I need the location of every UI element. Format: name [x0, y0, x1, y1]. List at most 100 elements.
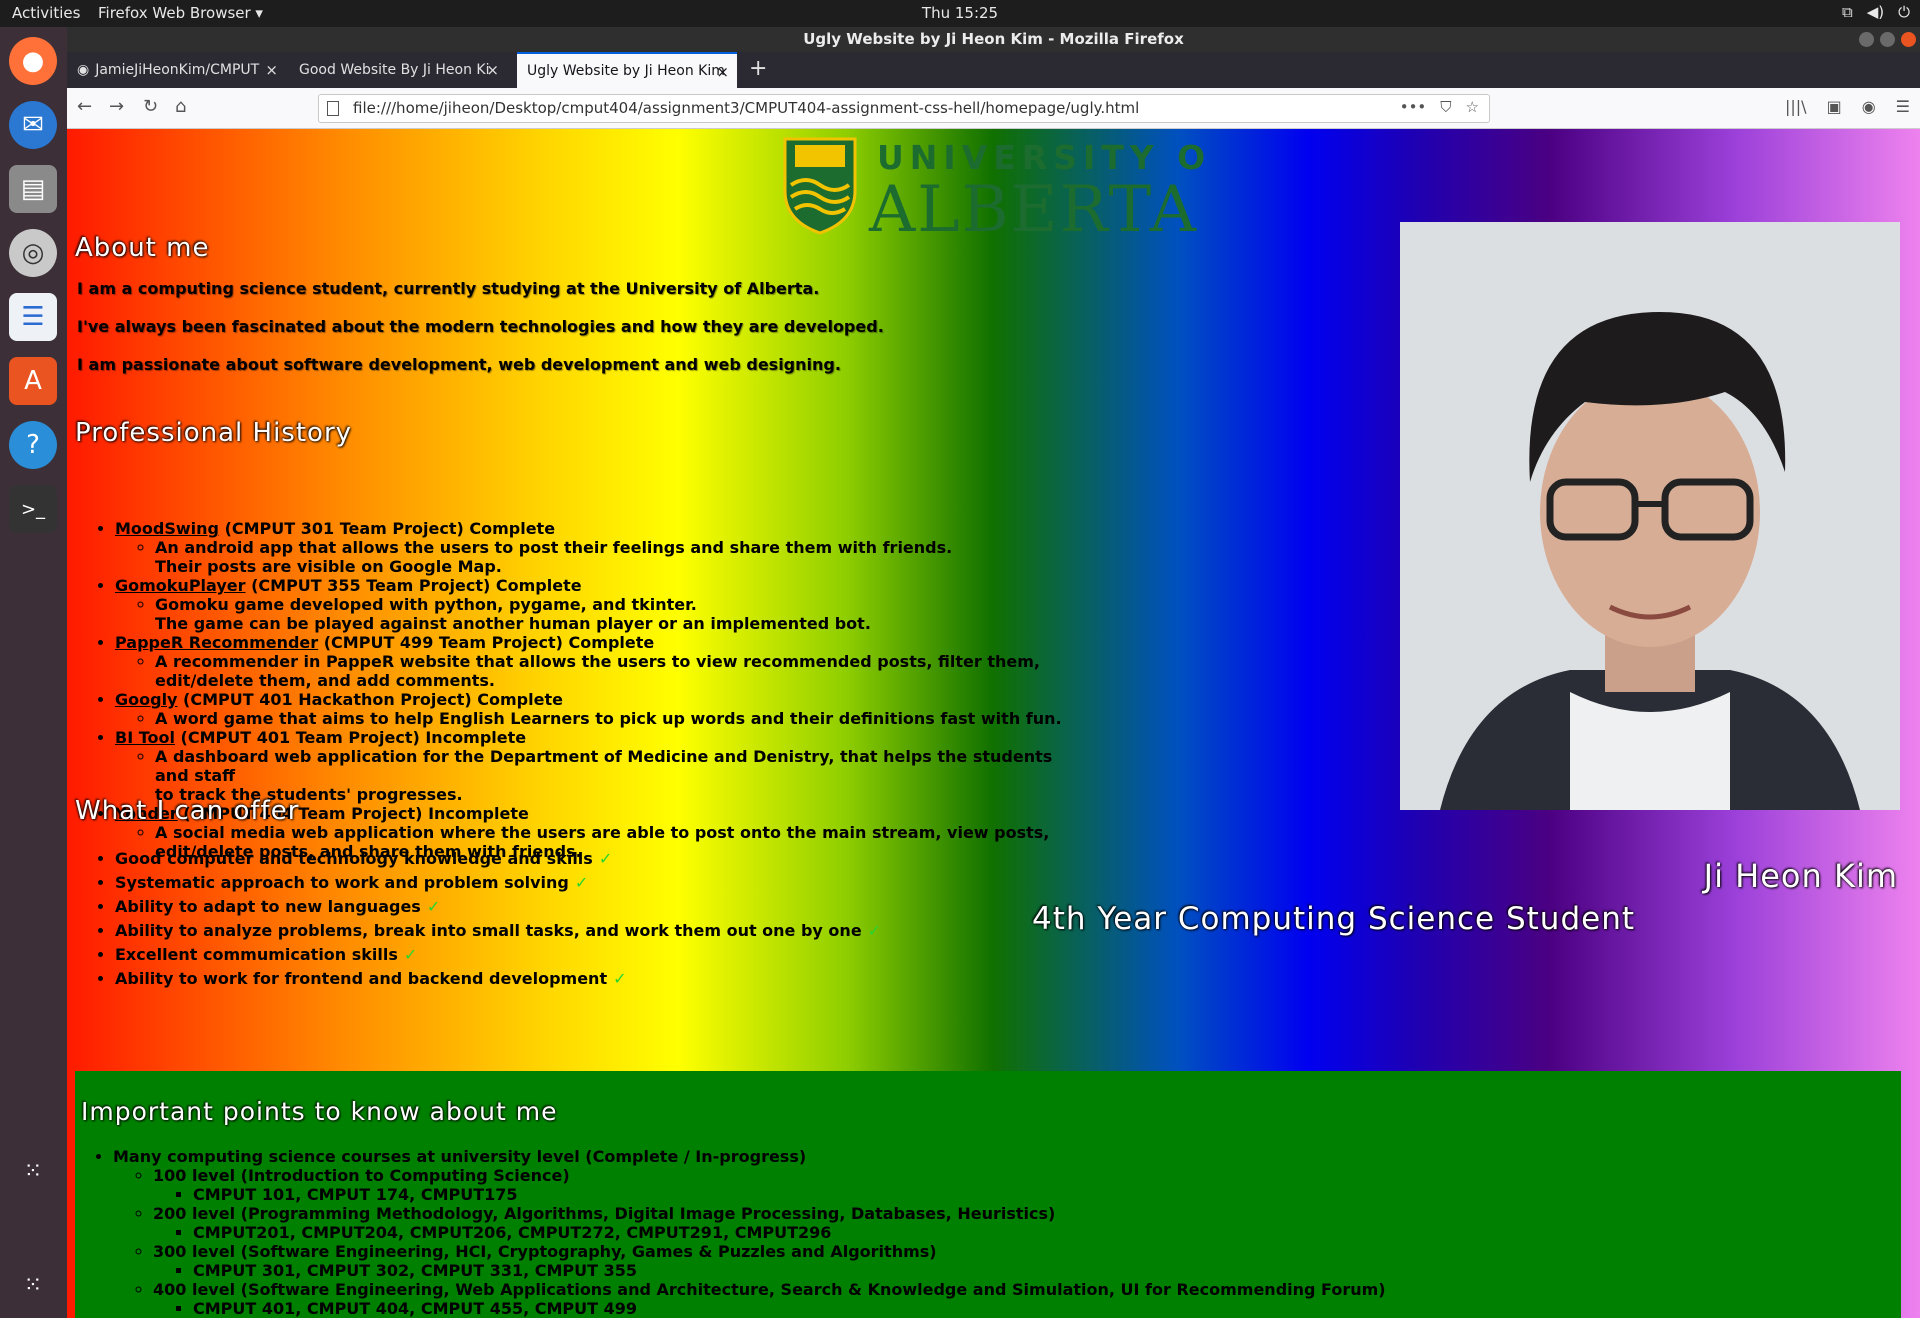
- project-link[interactable]: Googly: [115, 690, 177, 709]
- offer-text: Ability to work for frontend and backend…: [115, 969, 608, 988]
- github-icon: ◉: [77, 62, 90, 78]
- pocket-icon[interactable]: ⛉: [1440, 98, 1451, 116]
- sidebar-icon[interactable]: ▣: [1827, 97, 1842, 116]
- list-item: GomokuPlayer (CMPUT 355 Team Project) Co…: [115, 576, 1065, 633]
- navigation-toolbar: ← → ↻ ⌂ file:///home/jiheon/Desktop/cmpu…: [67, 88, 1920, 129]
- software-center-icon[interactable]: A: [9, 357, 57, 405]
- list-item: Good computer and technology knowledge a…: [115, 847, 881, 871]
- list-item: Ability to analyze problems, break into …: [115, 919, 881, 943]
- project-link[interactable]: MoodSwing: [115, 519, 219, 538]
- network-icon[interactable]: ⧉: [1842, 3, 1853, 21]
- project-link[interactable]: GomokuPlayer: [115, 576, 246, 595]
- project-status: (CMPUT 499 Team Project) Complete: [318, 633, 655, 652]
- tab-ugly-website[interactable]: Ugly Website by Ji Heon Kim ×: [517, 52, 737, 88]
- forward-icon[interactable]: →: [109, 96, 124, 117]
- important-item-text: Many computing science courses at univer…: [113, 1147, 807, 1166]
- level-label: 100 level (Introduction to Computing Sci…: [153, 1166, 570, 1185]
- check-icon: ✓: [598, 849, 613, 868]
- project-link[interactable]: BI Tool: [115, 728, 175, 747]
- file-icon: [327, 101, 339, 116]
- what-i-can-offer-heading: What I can offer: [75, 796, 300, 826]
- new-tab-button[interactable]: +: [749, 56, 767, 81]
- about-line: I am passionate about software developme…: [77, 355, 841, 374]
- list-item: PappeR Recommender (CMPUT 499 Team Proje…: [115, 633, 1065, 690]
- course-list: CMPUT 401, CMPUT 404, CMPUT 455, CMPUT 4…: [193, 1299, 638, 1318]
- tab-label: Ugly Website by Ji Heon Kim: [527, 63, 725, 79]
- list-item: Ability to adapt to new languages ✓: [115, 895, 881, 919]
- tab-bar: ◉ JamieJiHeonKim/CMPUT × Good Website By J…: [67, 52, 1920, 88]
- important-points-section: Important points to know about me Many c…: [75, 1071, 1901, 1318]
- professional-history-heading: Professional History: [75, 418, 353, 448]
- rhythmbox-icon[interactable]: ◎: [9, 229, 57, 277]
- check-icon: ✓: [867, 921, 882, 940]
- project-link[interactable]: PappeR Recommender: [115, 633, 318, 652]
- list-item: 400 level (Software Engineering, Web App…: [153, 1280, 1386, 1318]
- list-item: Googly (CMPUT 401 Hackathon Project) Com…: [115, 690, 1065, 728]
- offer-text: Good computer and technology knowledge a…: [115, 849, 593, 868]
- clock[interactable]: Thu 15:25: [0, 4, 1920, 22]
- terminal-icon[interactable]: >_: [9, 485, 57, 533]
- power-icon[interactable]: ⏻: [1898, 3, 1910, 21]
- close-tab-icon[interactable]: ×: [265, 61, 278, 79]
- back-icon[interactable]: ←: [77, 96, 92, 117]
- check-icon: ✓: [574, 873, 589, 892]
- list-item: 200 level (Programming Methodology, Algo…: [153, 1204, 1386, 1242]
- window-titlebar[interactable]: Ugly Website by Ji Heon Kim - Mozilla Fi…: [67, 27, 1920, 52]
- tab-label: JamieJiHeonKim/CMPUT: [95, 62, 260, 78]
- offer-text: Systematic approach to work and problem …: [115, 873, 569, 892]
- course-list: CMPUT 301, CMPUT 302, CMPUT 331, CMPUT 3…: [193, 1261, 638, 1280]
- app-menu[interactable]: Firefox Web Browser ▾: [98, 4, 263, 22]
- close-window-button[interactable]: [1901, 32, 1916, 47]
- firefox-icon[interactable]: ●: [9, 37, 57, 85]
- project-desc: A dashboard web application for the Depa…: [155, 747, 1053, 785]
- library-icon[interactable]: |||\: [1785, 97, 1807, 116]
- maximize-button[interactable]: [1880, 32, 1895, 47]
- page-actions-icon[interactable]: •••: [1400, 98, 1427, 116]
- course-list: CMPUT 101, CMPUT 174, CMPUT175: [193, 1185, 518, 1204]
- list-item: A word game that aims to help English Le…: [155, 709, 1065, 728]
- tab-good-website[interactable]: Good Website By Ji Heon Ki ×: [289, 52, 507, 88]
- course-list: CMPUT201, CMPUT204, CMPUT206, CMPUT272, …: [193, 1223, 832, 1242]
- project-status: (CMPUT 401 Hackathon Project) Complete: [177, 690, 563, 709]
- close-tab-icon[interactable]: ×: [486, 61, 499, 79]
- logo-university-of: UNIVERSITY OF: [877, 138, 1207, 177]
- close-tab-icon[interactable]: ×: [716, 63, 729, 81]
- activities-button[interactable]: Activities: [12, 4, 80, 22]
- list-item: 100 level (Introduction to Computing Sci…: [153, 1166, 1386, 1204]
- url-bar[interactable]: file:///home/jiheon/Desktop/cmput404/ass…: [318, 94, 1490, 123]
- check-icon: ✓: [613, 969, 627, 988]
- show-apps-icon-2[interactable]: ⁙: [9, 1261, 57, 1309]
- project-status: (CMPUT 355 Team Project) Complete: [245, 576, 582, 595]
- minimize-button[interactable]: [1859, 32, 1874, 47]
- tab-label: Good Website By Ji Heon Ki: [299, 62, 490, 78]
- list-item: 300 level (Software Engineering, HCI, Cr…: [153, 1242, 1386, 1280]
- help-icon[interactable]: ?: [9, 421, 57, 469]
- files-icon[interactable]: ▤: [9, 165, 57, 213]
- logo-alberta: ALBERTA: [868, 173, 1198, 235]
- about-line: I've always been fascinated about the mo…: [77, 317, 884, 336]
- project-desc: A recommender in PappeR website that all…: [155, 652, 1040, 671]
- profile-role: 4th Year Computing Science Student: [1032, 901, 1636, 937]
- university-of-alberta-logo: UNIVERSITY OF ALBERTA: [783, 137, 1207, 235]
- offer-text: Excellent commumication skills: [115, 945, 398, 964]
- system-tray[interactable]: ⧉ ◀) ⏻: [1842, 3, 1910, 21]
- account-icon[interactable]: ◉: [1862, 97, 1876, 116]
- list-item: CMPUT 101, CMPUT 174, CMPUT175: [193, 1185, 1386, 1204]
- project-status: (CMPUT 301 Team Project) Complete: [219, 519, 556, 538]
- dock: ● ✉ ▤ ◎ ☰ A ? >_ ⁙ ⁙: [0, 27, 67, 1318]
- writer-icon[interactable]: ☰: [9, 293, 57, 341]
- menu-icon[interactable]: ☰: [1896, 97, 1910, 116]
- bookmark-star-icon[interactable]: ☆: [1466, 98, 1479, 116]
- reload-icon[interactable]: ↻: [143, 96, 158, 117]
- important-points-heading: Important points to know about me: [81, 1097, 558, 1126]
- project-desc: Their posts are visible on Google Map.: [155, 557, 502, 576]
- volume-icon[interactable]: ◀): [1867, 3, 1884, 21]
- check-icon: ✓: [426, 897, 441, 916]
- tab-github[interactable]: ◉ JamieJiHeonKim/CMPUT ×: [67, 52, 286, 88]
- thunderbird-icon[interactable]: ✉: [9, 101, 57, 149]
- show-apps-icon[interactable]: ⁙: [9, 1147, 57, 1195]
- url-text[interactable]: file:///home/jiheon/Desktop/cmput404/ass…: [353, 99, 1139, 117]
- home-icon[interactable]: ⌂: [175, 96, 186, 117]
- about-heading: About me: [75, 233, 210, 263]
- offer-text: Ability to adapt to new languages: [115, 897, 421, 916]
